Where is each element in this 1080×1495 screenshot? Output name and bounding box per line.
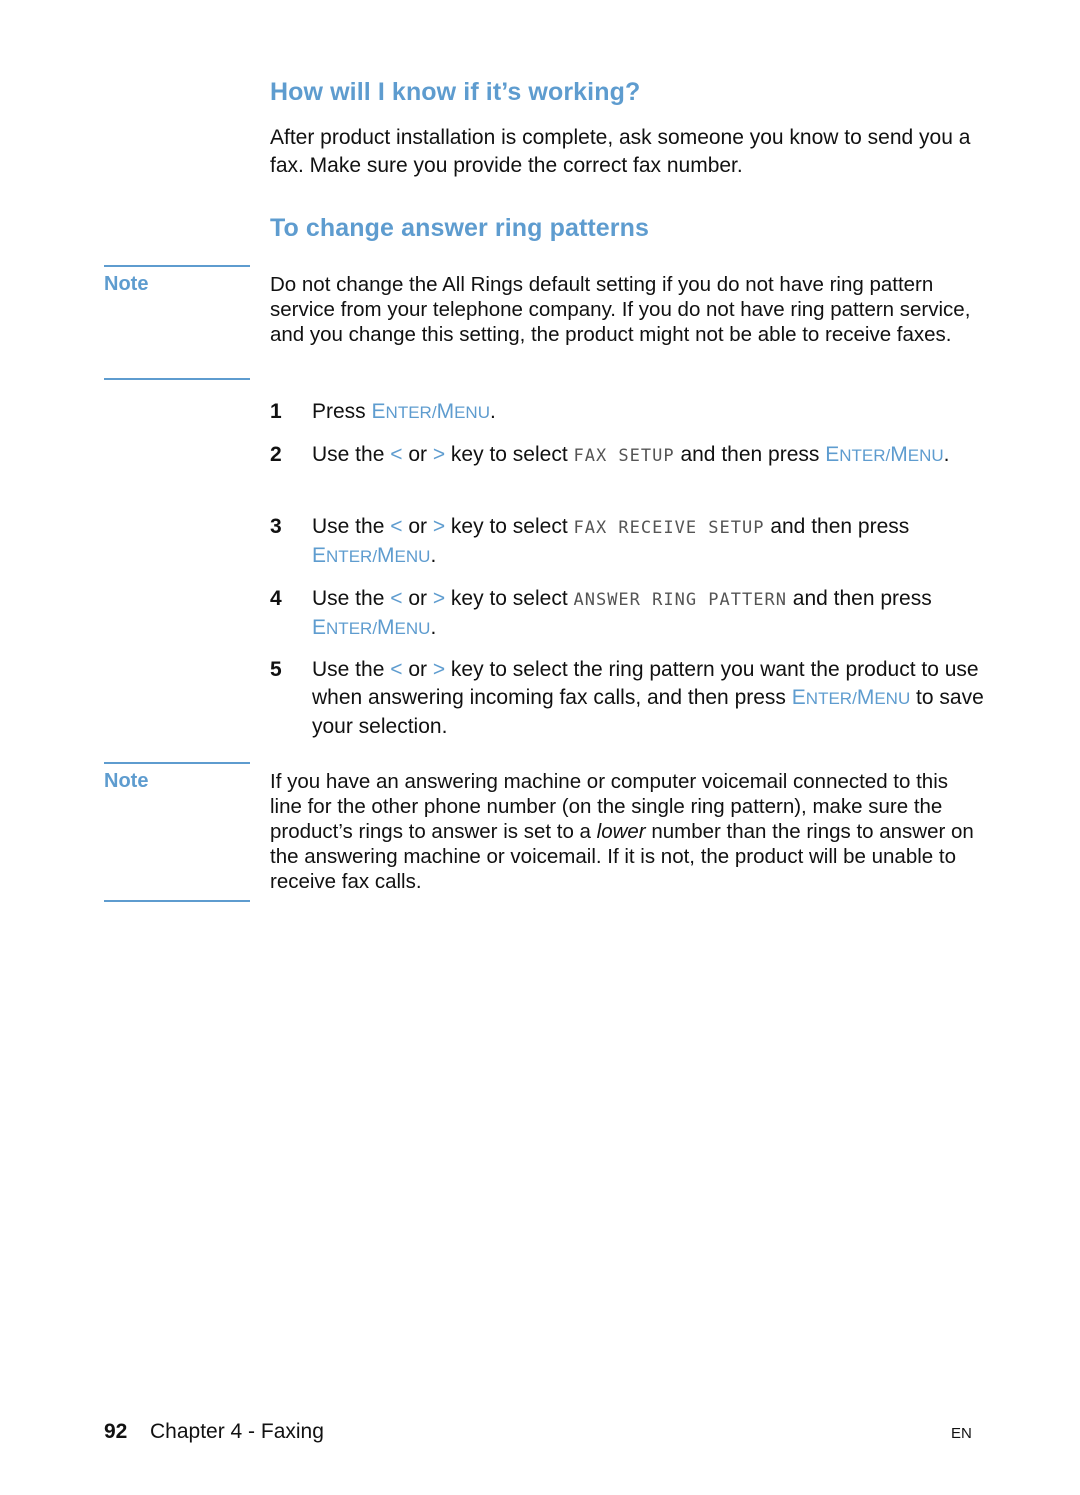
emphasis-lower: lower bbox=[596, 820, 646, 843]
right-arrow-key: > bbox=[432, 443, 446, 466]
page-number: 92 bbox=[104, 1420, 128, 1443]
heading-change-ring-patterns: To change answer ring patterns bbox=[270, 214, 650, 242]
left-arrow-key: < bbox=[390, 587, 403, 610]
left-arrow-key: < bbox=[390, 443, 403, 466]
right-arrow-key: > bbox=[432, 587, 446, 610]
left-arrow-key: < bbox=[390, 658, 403, 681]
right-arrow-key: > bbox=[432, 515, 446, 538]
enter-menu-key: Enter/Menu bbox=[791, 686, 911, 709]
step-number: 2 bbox=[270, 443, 282, 466]
note1-text: Do not change the All Rings default sett… bbox=[270, 273, 971, 346]
lcd-menu-item: FAX SETUP bbox=[573, 446, 675, 466]
language-code: EN bbox=[951, 1425, 972, 1442]
enter-menu-key: Enter/Menu bbox=[312, 544, 431, 567]
right-arrow-key: > bbox=[432, 658, 446, 681]
note2-text: If you have an answering machine or comp… bbox=[270, 770, 974, 893]
left-arrow-key: < bbox=[390, 515, 403, 538]
step-number: 1 bbox=[270, 400, 282, 423]
note1-bottom-rule bbox=[104, 378, 250, 380]
step-5: 5 Use the < or > key to select the ring … bbox=[270, 656, 990, 741]
enter-menu-key: Enter/Menu bbox=[371, 400, 490, 423]
step-text: Use the < or > key to select the ring pa… bbox=[312, 658, 984, 738]
intro-paragraph: After product installation is complete, … bbox=[270, 126, 971, 177]
note2-top-rule bbox=[104, 762, 250, 764]
step-text: Use the < or > key to select FAX RECEIVE… bbox=[312, 515, 910, 567]
step-3: 3 Use the < or > key to select FAX RECEI… bbox=[270, 513, 990, 571]
step-text: Press Enter/Menu. bbox=[312, 400, 496, 423]
step-2: 2 Use the < or > key to select FAX SETUP… bbox=[270, 441, 990, 470]
step-1: 1 Press Enter/Menu. bbox=[270, 398, 990, 427]
enter-menu-key: Enter/Menu bbox=[825, 443, 944, 466]
note1-label: Note bbox=[104, 273, 149, 295]
step-number: 4 bbox=[270, 587, 282, 610]
note2-label: Note bbox=[104, 770, 149, 792]
step-text: Use the < or > key to select ANSWER RING… bbox=[312, 587, 932, 639]
note1-top-rule bbox=[104, 265, 250, 267]
heading-how-will-i-know: How will I know if it’s working? bbox=[270, 78, 641, 106]
lcd-menu-item: FAX RECEIVE SETUP bbox=[573, 518, 765, 538]
step-number: 5 bbox=[270, 658, 282, 681]
note2-bottom-rule bbox=[104, 900, 250, 902]
step-text: Use the < or > key to select FAX SETUP a… bbox=[312, 443, 950, 466]
lcd-menu-item: ANSWER RING PATTERN bbox=[573, 590, 787, 610]
enter-menu-key: Enter/Menu bbox=[312, 616, 431, 639]
step-4: 4 Use the < or > key to select ANSWER RI… bbox=[270, 585, 990, 643]
chapter-title: Chapter 4 - Faxing bbox=[150, 1420, 324, 1443]
step-number: 3 bbox=[270, 515, 282, 538]
